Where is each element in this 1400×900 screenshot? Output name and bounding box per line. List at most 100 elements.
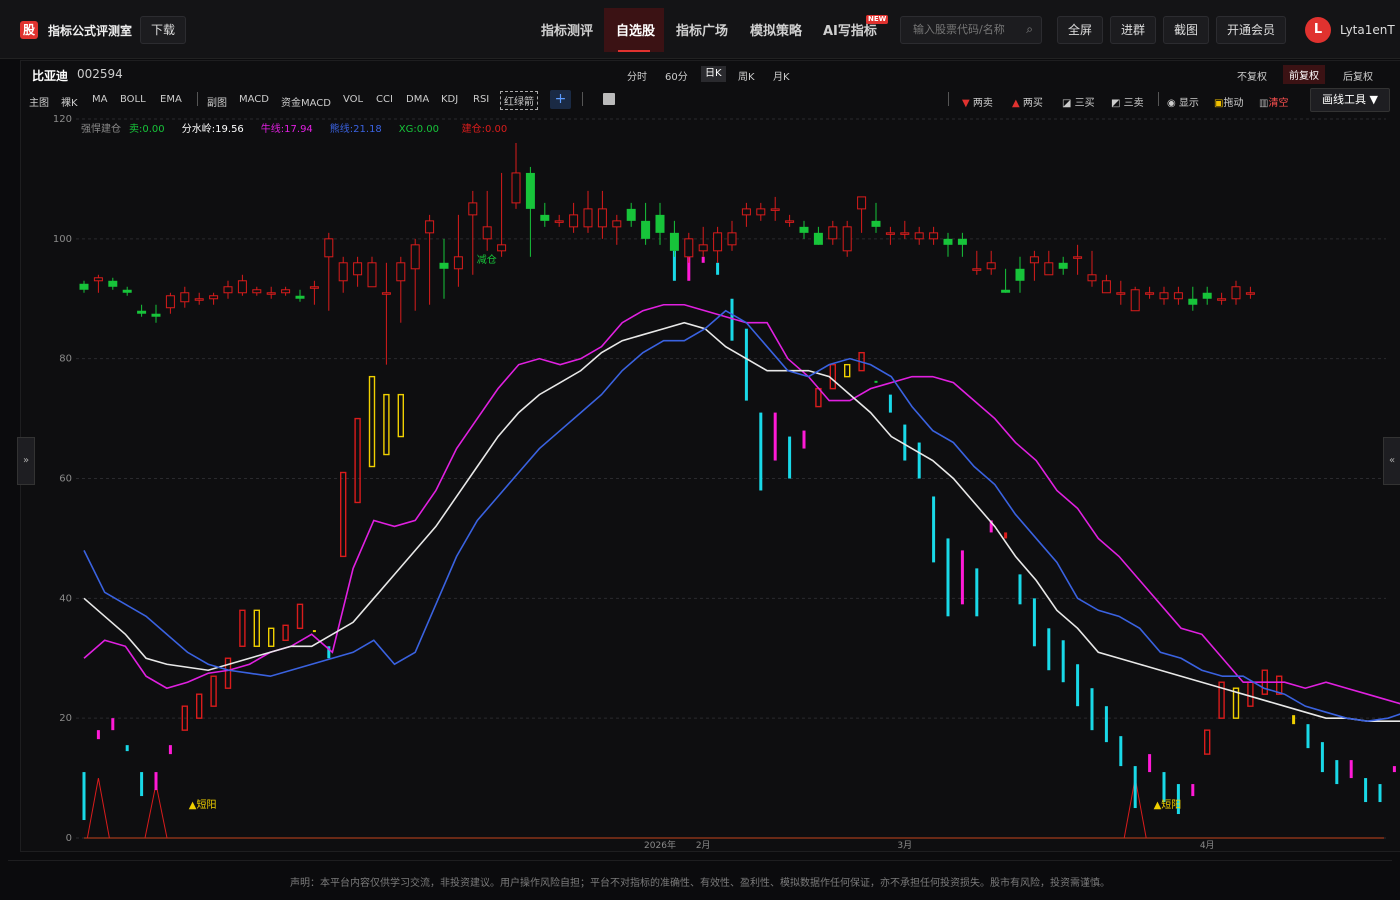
signal-bar — [716, 262, 720, 275]
chart-annotation: ▲短阳 — [189, 798, 217, 811]
expand-left-button[interactable]: » — [17, 437, 35, 485]
candle-body — [813, 232, 823, 245]
candle-body — [381, 292, 391, 295]
candle-body — [122, 289, 132, 293]
candle-body — [669, 232, 679, 251]
signal-bar — [802, 430, 806, 449]
candle-body — [828, 226, 838, 240]
candle-body — [209, 295, 219, 300]
signal-bar — [1306, 724, 1310, 749]
signal-bar — [701, 256, 705, 263]
y-tick-label: 120 — [53, 114, 72, 125]
candle-body — [569, 214, 579, 228]
candle-body — [885, 232, 895, 235]
collapse-right-button[interactable]: « — [1383, 437, 1400, 485]
signal-bar — [354, 417, 361, 504]
legend-entry: XG:0.00 — [399, 124, 439, 135]
signal-bar — [312, 630, 316, 633]
candle-body — [1231, 286, 1241, 300]
y-tick-label: 60 — [59, 474, 72, 485]
signal-bar — [1090, 688, 1094, 731]
candle-body — [1173, 292, 1183, 300]
candle-body — [295, 295, 305, 299]
candle-body — [93, 277, 103, 282]
disclaimer: 声明：本平台内容仅供学习交流，非投资建议。用户操作风险自担；平台不对指标的准确性… — [290, 878, 1110, 889]
legend-entry: 熊线:21.18 — [330, 122, 382, 135]
signal-bar — [82, 772, 86, 821]
candle-body — [525, 172, 535, 209]
signal-bar — [1076, 664, 1080, 707]
signal-bar — [903, 424, 907, 461]
candle-body — [756, 208, 766, 216]
signal-bar — [1133, 766, 1137, 809]
signal-bar — [1191, 784, 1195, 797]
candle-body — [252, 289, 262, 294]
x-tick-label: 2月 — [696, 840, 711, 851]
signal-bar — [1392, 766, 1396, 773]
candle-body — [986, 262, 996, 270]
signal-bar — [1203, 729, 1211, 755]
signal-bar — [168, 745, 172, 755]
signal-bar — [224, 657, 232, 689]
signal-bar — [1104, 706, 1108, 743]
candle-body — [741, 208, 751, 216]
signal-bar — [1349, 760, 1353, 779]
candle-body — [1044, 262, 1054, 276]
signal-bar — [1148, 754, 1152, 773]
candle-body — [1188, 298, 1198, 305]
candle-body — [79, 283, 89, 290]
signal-bar — [759, 412, 763, 491]
candle-body — [943, 238, 953, 245]
signal-bar — [960, 550, 964, 605]
candle-body — [367, 262, 377, 288]
candle-body — [972, 268, 982, 271]
signal-bar — [788, 436, 792, 479]
candle-body — [1145, 292, 1155, 295]
candle-body — [612, 220, 622, 228]
peak-marker — [86, 777, 110, 839]
chart-annotation: ▲短阳 — [1154, 798, 1182, 811]
x-tick-label: 2026年 — [644, 839, 676, 851]
candle-body — [554, 220, 564, 223]
indicator-line-long — [83, 309, 1400, 722]
candle-body — [1087, 274, 1097, 282]
legend-entry: 分水岭:19.56 — [182, 122, 244, 135]
signal-bar — [1320, 742, 1324, 773]
candle-body — [439, 262, 449, 269]
signal-bar — [744, 328, 748, 401]
candle-body — [396, 262, 406, 282]
signal-bar — [282, 624, 289, 641]
y-tick-label: 20 — [59, 713, 72, 724]
signal-bar — [1018, 574, 1022, 605]
candle-body — [180, 292, 190, 303]
legend-entry: 牛线:17.94 — [261, 122, 313, 135]
candle-body — [309, 286, 319, 289]
kline-chart[interactable]: 0 20 40 60 80 100 120 2026年 2月 3月 4月 强悍建仓 卖:0.00 分水岭:… — [0, 0, 1400, 900]
x-tick-label: 3月 — [897, 840, 912, 851]
signal-bar — [1047, 628, 1051, 671]
candle-body — [353, 262, 363, 276]
indicator-line-short — [83, 303, 1400, 705]
candle-body — [266, 292, 276, 295]
chart-annotation: 减仓 — [477, 253, 497, 266]
candle-body — [338, 262, 348, 282]
candle-body — [799, 226, 809, 233]
signal-bar — [1061, 640, 1065, 683]
candle-body — [482, 226, 492, 240]
candle-body — [900, 232, 910, 235]
candle-body — [842, 226, 852, 252]
signal-bar — [874, 380, 878, 383]
candle-body — [727, 232, 737, 246]
legend-entry: 强悍建仓 — [81, 122, 121, 135]
footer-divider — [8, 860, 1392, 861]
candle-body — [1015, 268, 1025, 281]
signal-bar — [773, 412, 777, 461]
candle-body — [1217, 298, 1227, 301]
candle-body — [583, 208, 593, 228]
candle-body — [1029, 256, 1039, 264]
signal-bar — [368, 375, 376, 468]
candle-body — [425, 220, 435, 234]
candle-body — [453, 256, 463, 270]
candle-body — [684, 238, 694, 258]
candle-body — [871, 220, 881, 227]
